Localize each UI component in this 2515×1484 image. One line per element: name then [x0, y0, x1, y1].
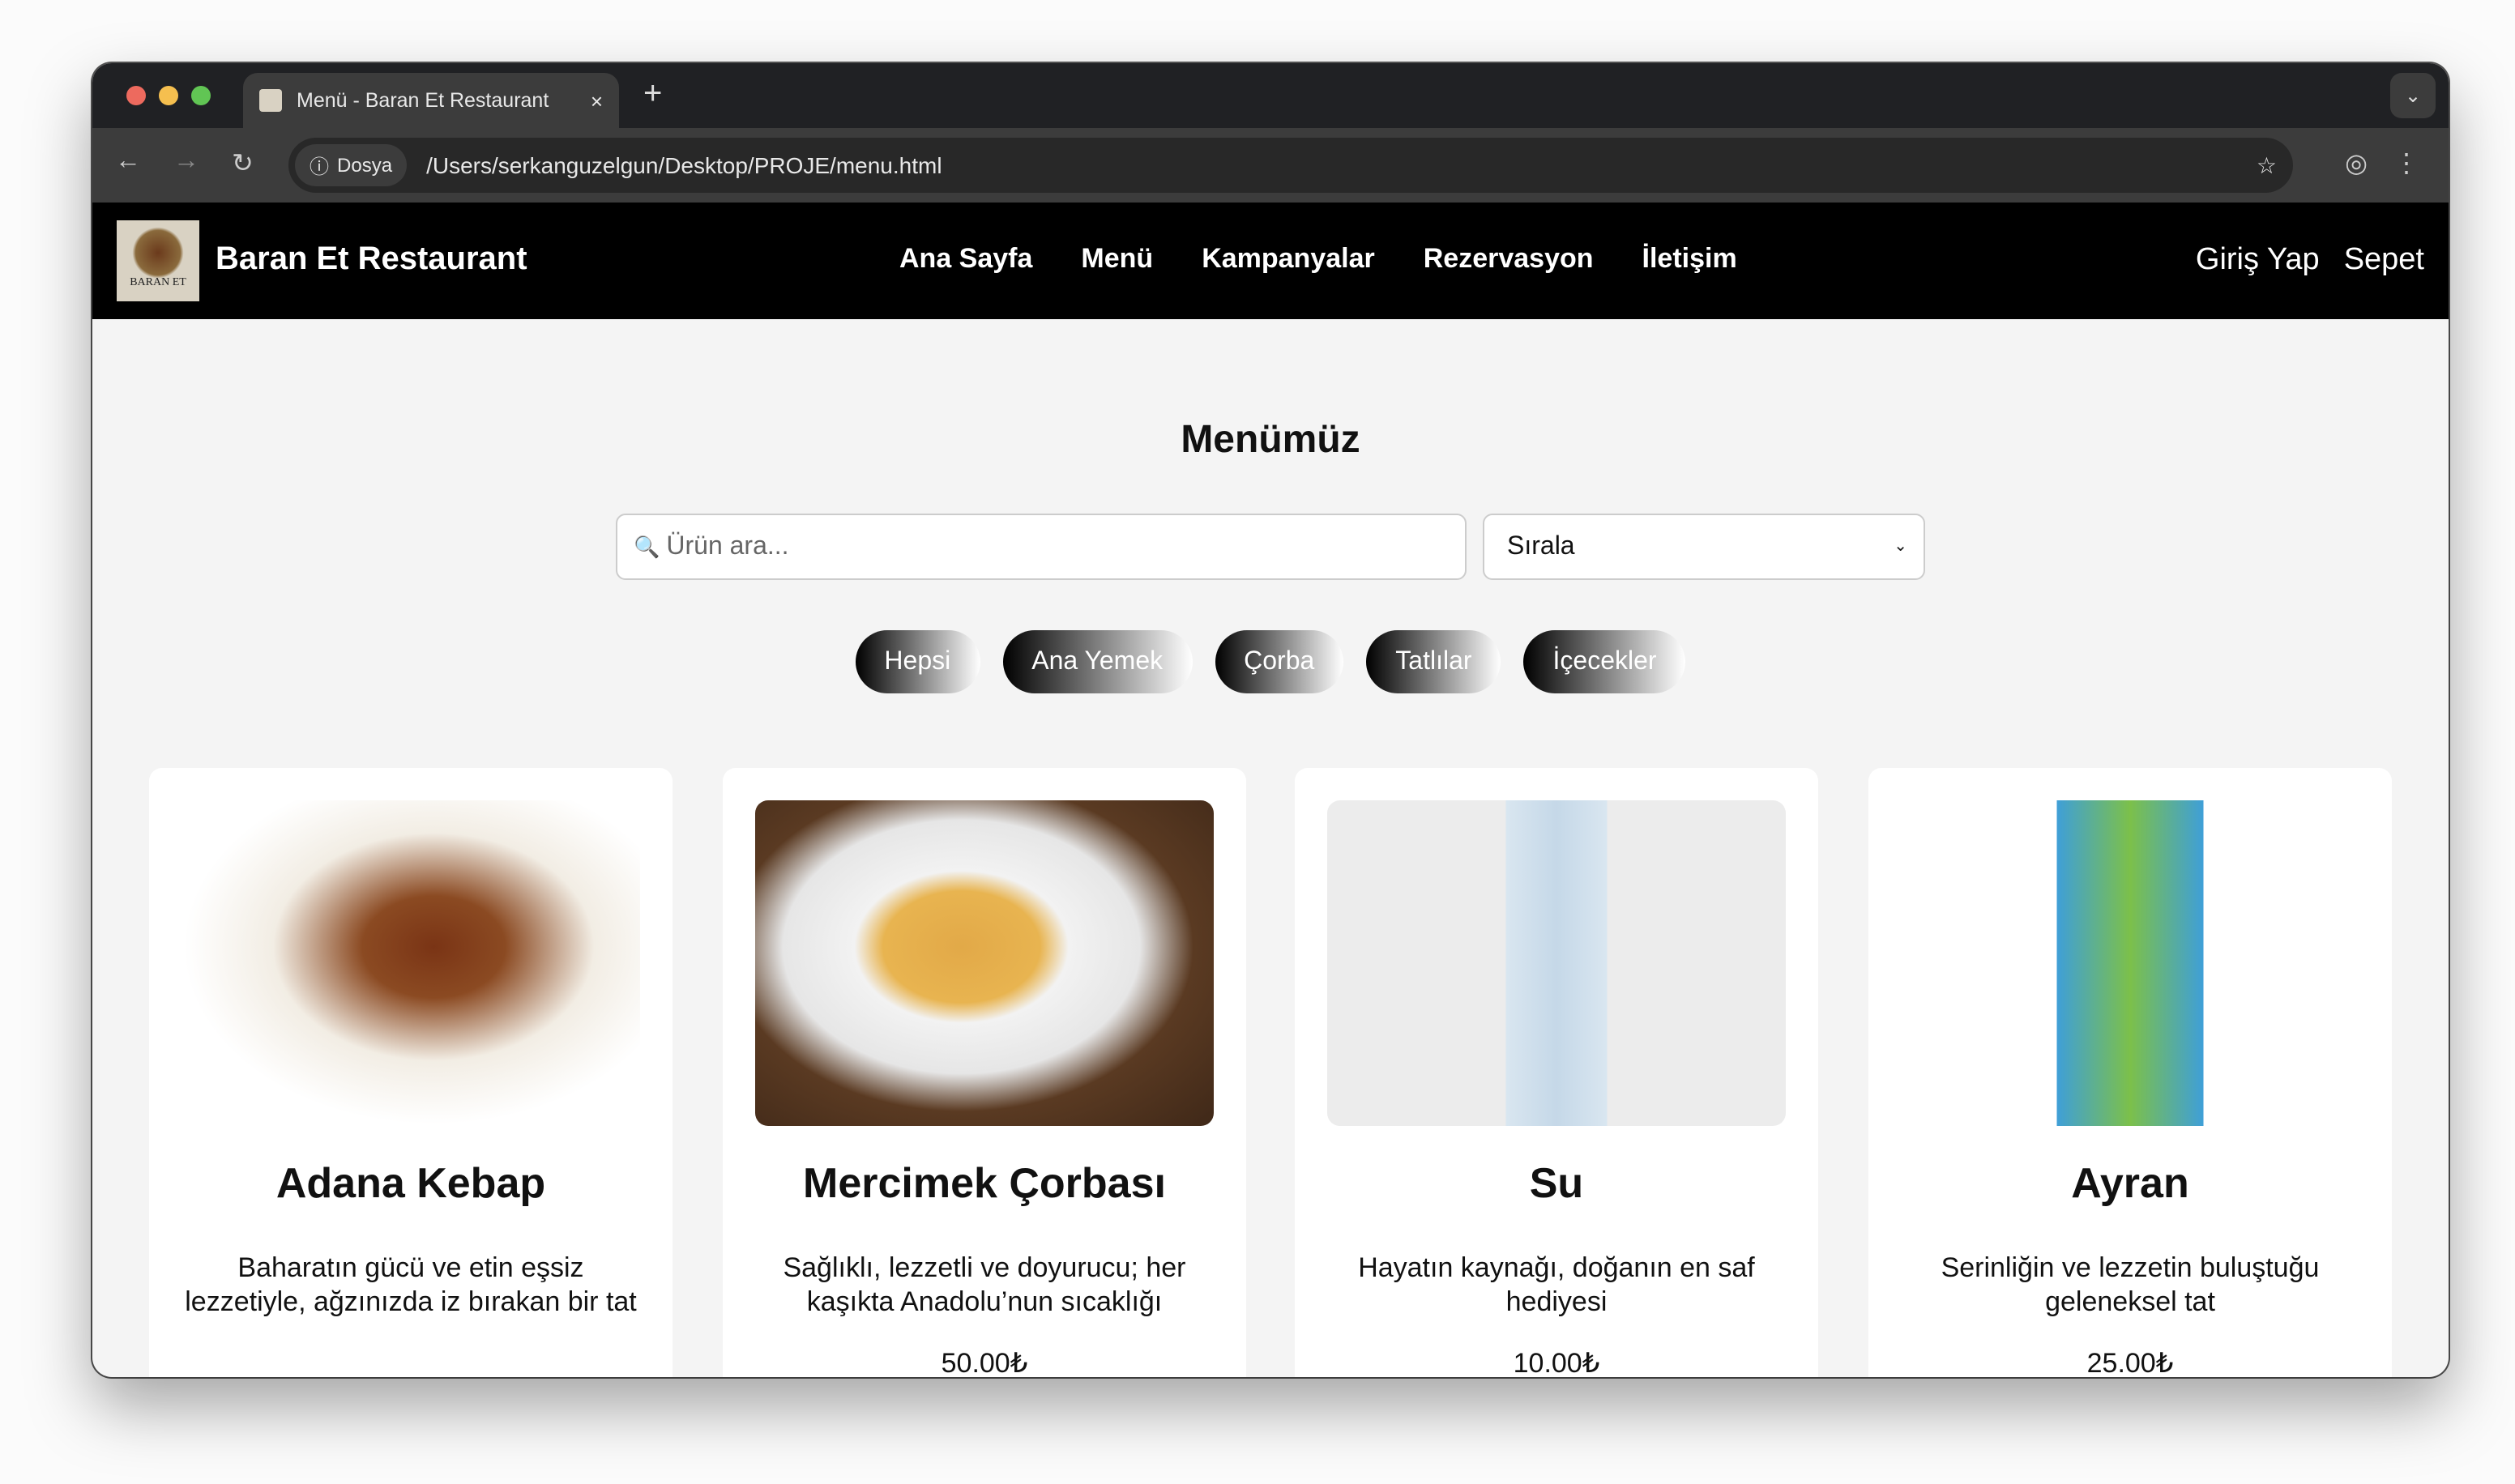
filter-soup[interactable]: Çorba — [1215, 630, 1344, 693]
filter-drinks[interactable]: İçecekler — [1523, 630, 1686, 693]
tab-close-icon[interactable]: × — [591, 88, 603, 113]
magnifier-icon: 🔍 — [634, 534, 660, 558]
close-window-button[interactable] — [126, 86, 146, 105]
nav-link-campaigns[interactable]: Kampanyalar — [1202, 243, 1375, 275]
product-card[interactable]: Adana Kebap Baharatın gücü ve etin eşsiz… — [149, 768, 673, 1377]
filter-main-course[interactable]: Ana Yemek — [1002, 630, 1193, 693]
tab-bar: Menü - Baran Et Restaurant × + ⌄ — [92, 63, 2449, 128]
bookmark-star-icon[interactable]: ☆ — [2257, 151, 2277, 179]
sort-select[interactable]: Sırala ⌄ — [1483, 514, 1925, 580]
nav-link-menu[interactable]: Menü — [1081, 243, 1153, 275]
reload-icon[interactable]: ↻ — [232, 147, 254, 180]
nav-link-home[interactable]: Ana Sayfa — [899, 243, 1032, 275]
product-card[interactable]: Su Hayatın kaynağı, doğanın en saf hediy… — [1295, 768, 1818, 1377]
info-icon: ⓘ — [310, 155, 330, 177]
product-price: 10.00₺ — [1513, 1348, 1600, 1377]
sort-value: Sırala — [1507, 532, 1575, 560]
product-image — [1327, 800, 1786, 1126]
favicon-icon — [259, 89, 282, 112]
filter-desserts[interactable]: Tatlılar — [1366, 630, 1501, 693]
product-image — [1901, 800, 2359, 1126]
product-description: Serinliğin ve lezzetin buluştuğu gelenek… — [1941, 1252, 2320, 1317]
address-bar[interactable]: ⓘ Dosya /Users/serkanguzelgun/Desktop/PRO… — [288, 138, 2293, 193]
site-info-chip[interactable]: ⓘ Dosya — [295, 144, 408, 186]
login-link[interactable]: Giriş Yap — [2196, 243, 2320, 279]
browser-tab[interactable]: Menü - Baran Et Restaurant × — [243, 73, 619, 128]
product-price: 50.00₺ — [941, 1348, 1028, 1377]
security-label: Dosya — [337, 154, 393, 177]
product-name: Ayran — [2071, 1158, 2189, 1207]
minimize-window-button[interactable] — [159, 86, 178, 105]
profile-icon[interactable]: ◎ — [2345, 147, 2368, 180]
maximize-window-button[interactable] — [191, 86, 211, 105]
product-card[interactable]: Mercimek Çorbası Sağlıklı, lezzetli ve d… — [723, 768, 1246, 1377]
forward-icon[interactable]: → — [173, 147, 199, 177]
product-name: Adana Kebap — [275, 1158, 546, 1207]
category-filters: Hepsi Ana Yemek Çorba Tatlılar İçecekler — [92, 630, 2449, 693]
product-price: 25.00₺ — [2086, 1348, 2174, 1377]
filter-all[interactable]: Hepsi — [855, 630, 980, 693]
browser-toolbar: ← → ↻ ⓘ Dosya /Users/serkanguzelgun/Deskt… — [92, 128, 2449, 203]
tab-search-button[interactable]: ⌄ — [2390, 73, 2436, 118]
product-description: Hayatın kaynağı, doğanın en saf hediyesi — [1358, 1252, 1755, 1317]
url-text: /Users/serkanguzelgun/Desktop/PROJE/menu… — [426, 152, 942, 178]
product-card[interactable]: Ayran Serinliğin ve lezzetin buluştuğu g… — [1868, 768, 2392, 1377]
back-icon[interactable]: ← — [115, 147, 141, 177]
more-menu-icon[interactable]: ⋮ — [2393, 147, 2419, 180]
product-name: Su — [1529, 1158, 1584, 1207]
new-tab-button[interactable]: + — [643, 76, 662, 113]
tab-title: Menü - Baran Et Restaurant — [297, 89, 549, 112]
browser-window: Menü - Baran Et Restaurant × + ⌄ ← → ↻ ⓘ… — [92, 63, 2449, 1377]
restaurant-logo[interactable]: BARAN ET — [117, 220, 199, 301]
chevron-down-icon: ⌄ — [1894, 538, 1907, 556]
page-title: Menümüz — [1181, 418, 1360, 462]
search-placeholder: Ürün ara... — [666, 532, 789, 560]
product-image — [755, 800, 1214, 1126]
search-input[interactable]: 🔍 Ürün ara... — [616, 514, 1467, 580]
product-description: Baharatın gücü ve etin eşsiz lezzetiyle,… — [185, 1252, 637, 1317]
nav-link-contact[interactable]: İletişim — [1642, 243, 1737, 275]
product-name: Mercimek Çorbası — [803, 1158, 1166, 1207]
site-navbar: BARAN ET Baran Et Restaurant Ana Sayfa M… — [92, 203, 2449, 319]
brand-name[interactable]: Baran Et Restaurant — [216, 241, 527, 279]
nav-link-reservation[interactable]: Rezervasyon — [1424, 243, 1594, 275]
product-description: Sağlıklı, lezzetli ve doyurucu; her kaşı… — [783, 1252, 1186, 1317]
cart-link[interactable]: Sepet — [2344, 243, 2424, 279]
product-image — [181, 800, 640, 1126]
